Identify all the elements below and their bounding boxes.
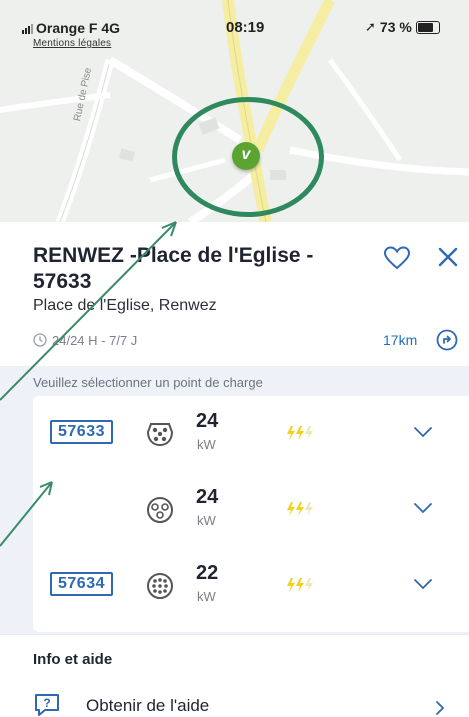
chevron-down-icon[interactable] [413, 577, 433, 591]
charge-point-list: 57633 24 kW 24 kW 57634 22 kW [33, 396, 469, 632]
power-unit: kW [197, 589, 216, 604]
power-unit: kW [197, 437, 216, 452]
status-bar: Orange F 4G 08:19 ➚ 73 % [0, 0, 469, 40]
charge-points-panel: Veuillez sélectionner un point de charge… [0, 366, 469, 634]
combo-socket-icon [147, 497, 173, 523]
section-divider [0, 634, 469, 635]
status-time: 08:19 [226, 19, 265, 36]
charge-point-id: 57634 [50, 572, 113, 596]
charge-point-row[interactable]: 57634 22 kW [33, 552, 469, 618]
power-value: 24 [196, 486, 219, 508]
clock-icon [33, 333, 47, 347]
chevron-right-icon[interactable] [434, 699, 446, 717]
type2-socket-icon [146, 423, 174, 447]
favorite-heart-icon[interactable] [384, 246, 410, 270]
power-unit: kW [197, 513, 216, 528]
carrier-name: Orange F 4G [36, 20, 121, 36]
chademo-socket-icon [147, 573, 173, 599]
distance-label: 17km [383, 332, 418, 348]
station-address: Place de l'Eglise, Renwez [33, 297, 217, 314]
info-section-title: Info et aide [33, 651, 113, 668]
station-title: RENWEZ -Place de l'Eglise - 57633 [33, 244, 314, 293]
charging-station-pin[interactable]: v [232, 142, 260, 170]
chevron-down-icon[interactable] [413, 425, 433, 439]
map-view[interactable]: Rue de Pise v Orange F 4G 08:19 ➚ 73 % M… [0, 0, 469, 222]
chevron-down-icon[interactable] [413, 501, 433, 515]
charge-speed-icon [287, 502, 313, 516]
legal-mentions-link[interactable]: Mentions légales [33, 38, 111, 49]
navigate-icon[interactable] [436, 329, 458, 351]
svg-text:?: ? [43, 696, 50, 710]
close-icon[interactable] [435, 244, 461, 270]
charge-speed-icon [287, 426, 313, 440]
charge-point-id: 57633 [50, 420, 113, 444]
battery-status: ➚ 73 % [365, 19, 440, 35]
get-help-link[interactable]: Obtenir de l'aide [86, 696, 209, 716]
help-icon[interactable]: ? [33, 693, 61, 717]
battery-icon [415, 20, 440, 34]
power-value: 24 [196, 410, 219, 432]
charge-speed-icon [287, 578, 313, 592]
opening-hours: 24/24 H - 7/7 J [33, 329, 137, 351]
location-arrow-icon: ➚ [365, 19, 376, 34]
charge-point-prompt: Veuillez sélectionner un point de charge [33, 375, 263, 390]
charge-point-row[interactable]: 57633 24 kW [33, 400, 469, 466]
charge-point-row[interactable]: 24 kW [33, 476, 469, 542]
signal-icon [22, 24, 34, 34]
power-value: 22 [196, 562, 219, 584]
